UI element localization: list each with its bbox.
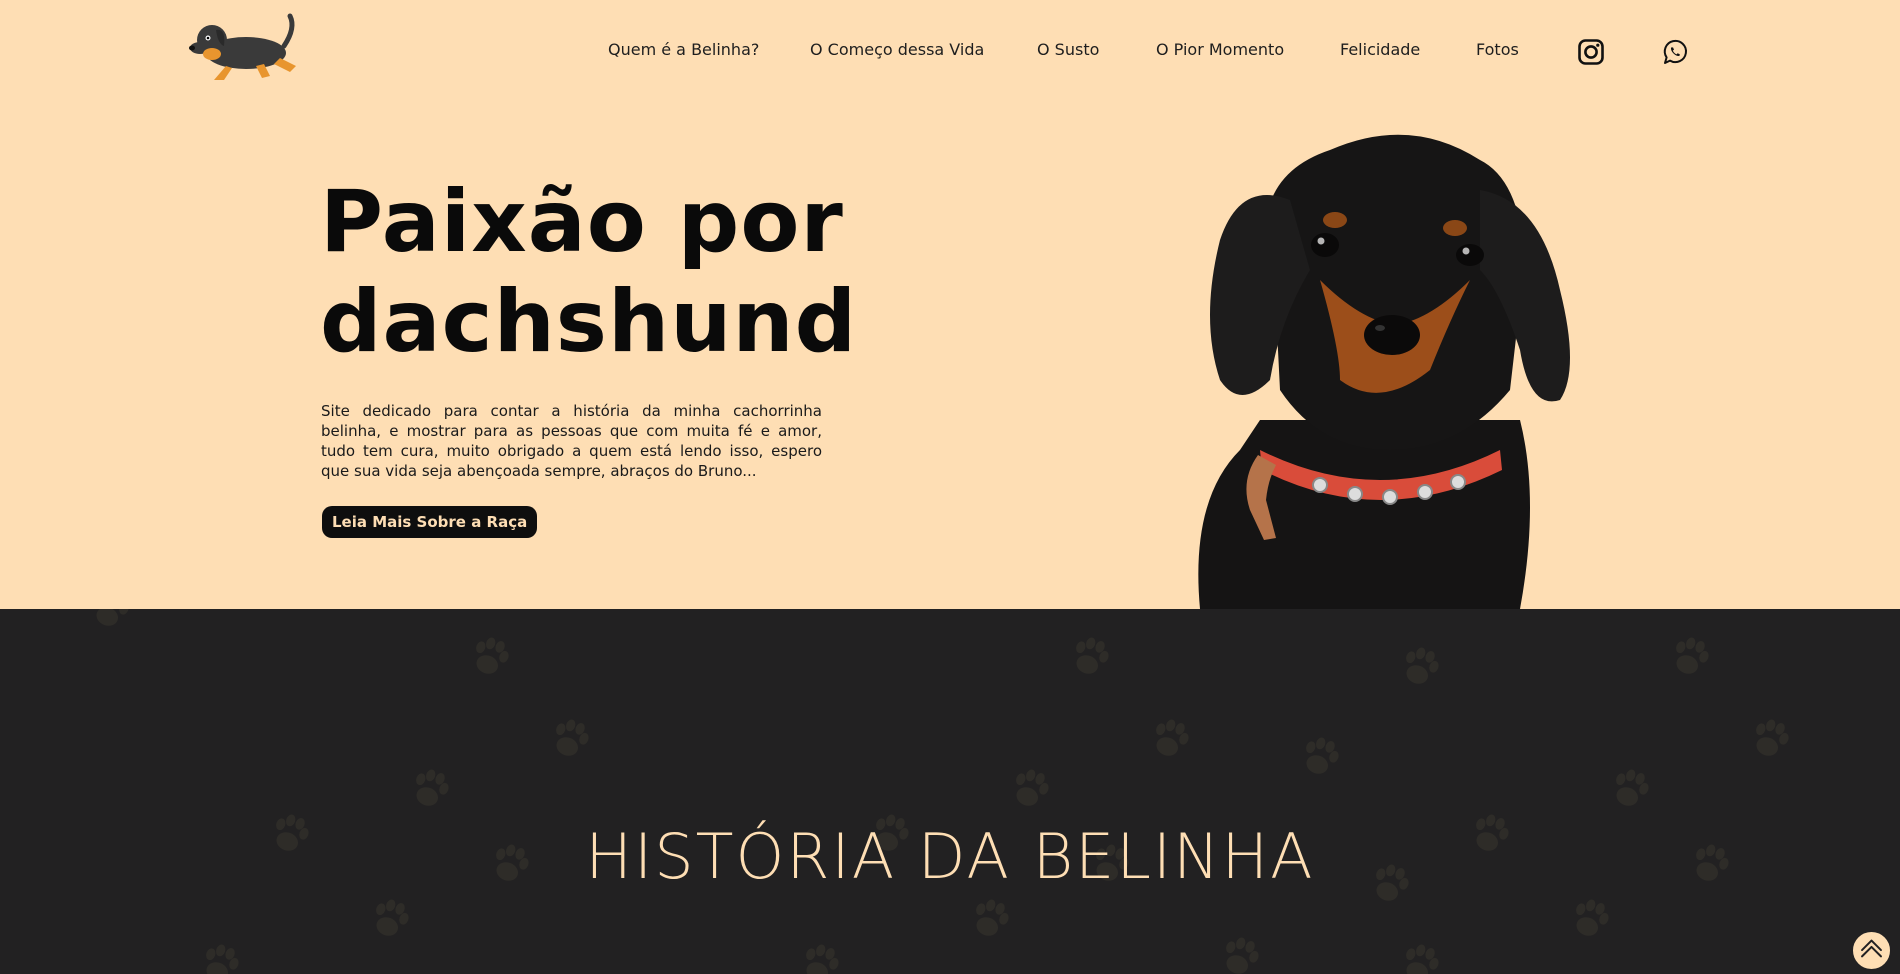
nav-link-o-pior-momento[interactable]: O Pior Momento [1156, 40, 1284, 59]
nav-link-quem-e-a-belinha[interactable]: Quem é a Belinha? [608, 40, 759, 59]
hero-title-line-2: dachshund [320, 272, 858, 372]
nav-link-felicidade[interactable]: Felicidade [1340, 40, 1420, 59]
main-nav: Quem é a Belinha? O Começo dessa Vida O … [0, 40, 1900, 66]
hero-description: Site dedicado para contar a história da … [321, 402, 822, 480]
paw-print-pattern [88, 609, 1793, 974]
section-title: HISTÓRIA DA BELINHA [585, 820, 1315, 893]
dachshund-photo [1198, 134, 1570, 609]
nav-link-o-susto[interactable]: O Susto [1037, 40, 1099, 59]
nav-link-fotos[interactable]: Fotos [1476, 40, 1519, 59]
read-more-breed-button[interactable]: Leia Mais Sobre a Raça [322, 506, 538, 538]
instagram-icon[interactable] [1577, 38, 1605, 66]
nav-link-o-comeco-dessa-vida[interactable]: O Começo dessa Vida [810, 40, 984, 59]
history-section: HISTÓRIA DA BELINHA [0, 609, 1900, 974]
scroll-to-top-button[interactable] [1851, 930, 1892, 971]
hero-section: Quem é a Belinha? O Começo dessa Vida O … [0, 0, 1900, 609]
hero-title-line-1: Paixão por [320, 172, 844, 272]
whatsapp-icon[interactable] [1661, 38, 1689, 66]
hero-title: Paixão por dachshund [320, 172, 880, 372]
